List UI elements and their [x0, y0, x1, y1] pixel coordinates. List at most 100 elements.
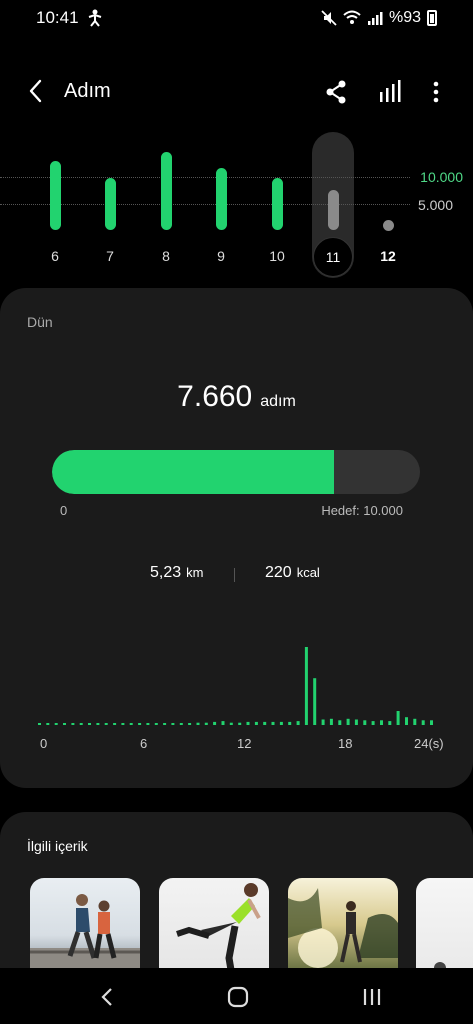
hour-bar: [179, 723, 183, 725]
hour-axis-label: 18: [338, 736, 353, 751]
hour-bar: [171, 723, 175, 725]
hour-bar: [188, 723, 192, 725]
hour-bar: [346, 718, 350, 725]
day-bar-9[interactable]: [216, 167, 227, 230]
distance-unit: km: [186, 565, 204, 580]
clock: 10:41: [36, 8, 79, 27]
nav-home-icon[interactable]: [226, 986, 250, 1008]
hour-bar: [204, 722, 208, 725]
page-title: Adım: [64, 80, 111, 102]
share-icon[interactable]: [320, 76, 352, 108]
hour-bar: [213, 721, 217, 725]
hour-bar: [113, 723, 117, 725]
hour-bar: [396, 711, 400, 725]
chart-view-icon[interactable]: [374, 76, 406, 108]
day-label-10: 10: [269, 248, 285, 264]
hour-bar: [354, 719, 358, 725]
hour-bar: [229, 722, 233, 725]
hour-bar: [421, 720, 425, 725]
hour-bar: [238, 722, 242, 725]
day-bar-7[interactable]: [105, 178, 116, 230]
progress-min-label: 0: [60, 503, 68, 518]
battery-level: %93: [388, 9, 421, 26]
energy-stat: 220 kcal: [265, 564, 320, 582]
day-bar-6[interactable]: [50, 160, 61, 230]
hour-bar: [338, 720, 342, 725]
hour-axis-label: 12: [237, 736, 252, 751]
hour-bar: [371, 721, 375, 725]
hour-bar: [96, 723, 100, 725]
hour-bar: [46, 723, 50, 725]
goal-progress-bar: [52, 450, 420, 494]
step-count-unit: adım: [260, 393, 296, 410]
energy-unit: kcal: [296, 565, 320, 580]
hour-bar: [121, 723, 125, 725]
accessibility-icon: [88, 9, 101, 27]
step-summary-card: Dün 7.660 adım 0 Hedef: 10.000 5,23 km 220…: [0, 288, 473, 788]
step-count: 7.660 adım: [0, 380, 473, 414]
selected-day-label[interactable]: 11: [313, 237, 353, 277]
hour-bar: [363, 720, 367, 725]
signal-icon: [367, 12, 383, 25]
hour-bar: [54, 723, 58, 725]
hour-bar: [71, 723, 75, 725]
battery-icon: [427, 10, 437, 26]
nav-back-icon[interactable]: [96, 986, 120, 1008]
goal-line-low: [0, 204, 410, 205]
hour-bar: [271, 721, 275, 725]
more-options-icon[interactable]: [420, 76, 452, 108]
hour-bar: [405, 717, 408, 725]
goal-high-label: 10.000: [420, 169, 463, 185]
hour-bar: [146, 723, 150, 725]
stats-divider: [234, 568, 235, 582]
sunset-runner-thumbnail[interactable]: [288, 878, 398, 982]
energy-value: 220: [265, 564, 292, 581]
distance-stat: 5,23 km: [150, 564, 203, 582]
day-bar-11[interactable]: [328, 190, 339, 230]
day-bar-8[interactable]: [161, 152, 172, 230]
hour-bar: [88, 723, 91, 725]
hour-bar: [63, 723, 66, 725]
hour-bar: [380, 720, 383, 725]
hour-bar: [296, 721, 300, 725]
day-label-7: 7: [106, 248, 114, 264]
day-bar-10[interactable]: [272, 178, 283, 230]
day-label-9: 9: [217, 248, 225, 264]
related-content-card: İlgili içerik: [0, 812, 473, 982]
day-label-6: 6: [51, 248, 59, 264]
hour-axis-label: 24(s): [414, 736, 444, 751]
daily-steps-strip[interactable]: 10.000 5.000 5 6 7 8 9 10 12 11: [0, 130, 473, 280]
hour-bar: [79, 723, 83, 725]
day-label-12: 12: [380, 248, 396, 264]
wifi-icon: [343, 10, 361, 24]
hour-bar: [279, 721, 283, 725]
workout-woman-thumbnail[interactable]: [159, 878, 269, 982]
hour-bar: [196, 722, 200, 725]
hour-bar: [321, 719, 325, 725]
hour-bar: [254, 721, 258, 725]
goal-progress-fill: [52, 450, 334, 494]
goal-line-high: [0, 177, 410, 178]
day-bar-12[interactable]: [383, 220, 394, 231]
hour-bar: [129, 723, 133, 725]
hour-bar: [388, 721, 392, 725]
app-header: Adım: [0, 70, 473, 114]
hour-bar: [304, 647, 308, 725]
hour-bar: [413, 718, 417, 725]
nav-recents-icon[interactable]: [360, 986, 384, 1008]
running-couple-thumbnail[interactable]: [30, 878, 140, 982]
hour-bar: [154, 723, 158, 725]
hour-bar: [38, 723, 41, 725]
day-label-5: 5: [0, 248, 9, 264]
partial-thumbnail[interactable]: [416, 878, 473, 982]
back-arrow-icon[interactable]: [22, 76, 52, 106]
date-label: Dün: [27, 314, 53, 330]
hour-bar: [329, 718, 333, 725]
distance-value: 5,23: [150, 564, 182, 581]
goal-low-label: 5.000: [417, 197, 453, 213]
step-count-value: 7.660: [177, 380, 253, 413]
day-label-8: 8: [162, 248, 170, 264]
status-bar: 10:41 %93: [0, 0, 473, 36]
hour-bar: [313, 678, 317, 725]
hour-bar: [221, 721, 225, 725]
